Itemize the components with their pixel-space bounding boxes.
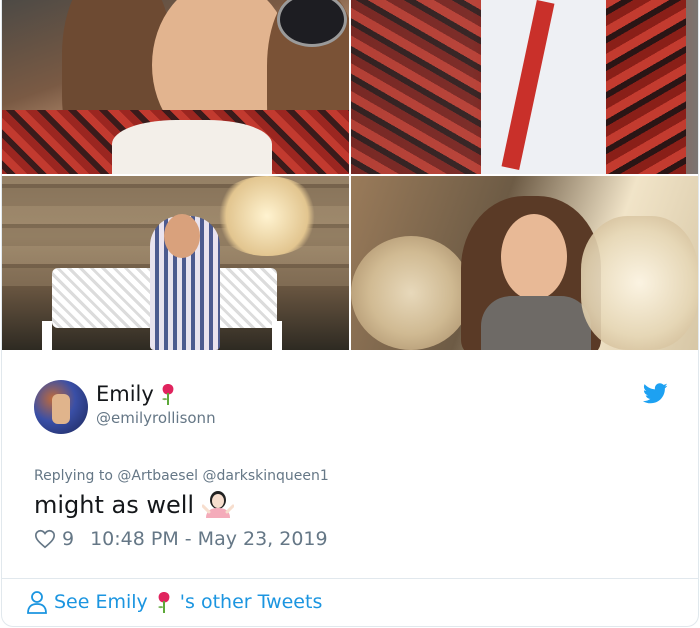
tweet-embed-card: Emily @emilyrollisonn Replying to @Artba… [1, 0, 699, 627]
tweet-text: might as well [34, 491, 195, 519]
photo-4[interactable] [351, 176, 698, 350]
tweet-meta: 9 10:48 PM - May 23, 2019 [34, 528, 328, 550]
photo-1[interactable] [2, 0, 349, 174]
photo-2[interactable] [351, 0, 698, 174]
rose-icon [157, 592, 170, 613]
woman-shrugging-icon [202, 491, 235, 518]
author-handle[interactable]: @emilyrollisonn [96, 409, 216, 427]
divider [2, 578, 698, 579]
person-icon [27, 591, 47, 614]
like-count[interactable]: 9 [62, 528, 74, 550]
photo-detail [112, 120, 272, 174]
see-other-tweets-link[interactable]: See Emily 's other Tweets [26, 590, 322, 614]
photo-detail [481, 296, 591, 350]
tweet-timestamp[interactable]: 10:48 PM - May 23, 2019 [90, 528, 328, 550]
author-name-row[interactable]: Emily [96, 382, 178, 406]
heart-icon[interactable] [34, 528, 56, 550]
author-name[interactable]: Emily [96, 382, 154, 406]
photo-detail [606, 0, 686, 174]
twitter-bird-icon[interactable] [643, 383, 668, 404]
see-more-prefix[interactable]: See Emily [54, 591, 148, 613]
photo-detail [212, 176, 322, 256]
tweet-text-row: might as well [34, 490, 235, 520]
replying-to[interactable]: Replying to @Artbaesel @darkskinqueen1 [34, 468, 329, 484]
photo-detail [501, 214, 567, 300]
avatar[interactable] [34, 380, 88, 434]
photo-detail [42, 321, 52, 350]
photo-detail [272, 321, 282, 350]
photo-detail [351, 236, 471, 350]
author-block: Emily @emilyrollisonn [34, 380, 674, 440]
photo-detail [164, 214, 200, 258]
see-more-suffix[interactable]: 's other Tweets [180, 591, 323, 613]
media-grid [2, 0, 698, 350]
rose-icon [161, 384, 174, 405]
photo-3[interactable] [2, 176, 349, 350]
photo-detail [581, 216, 698, 350]
photo-detail [351, 0, 491, 174]
